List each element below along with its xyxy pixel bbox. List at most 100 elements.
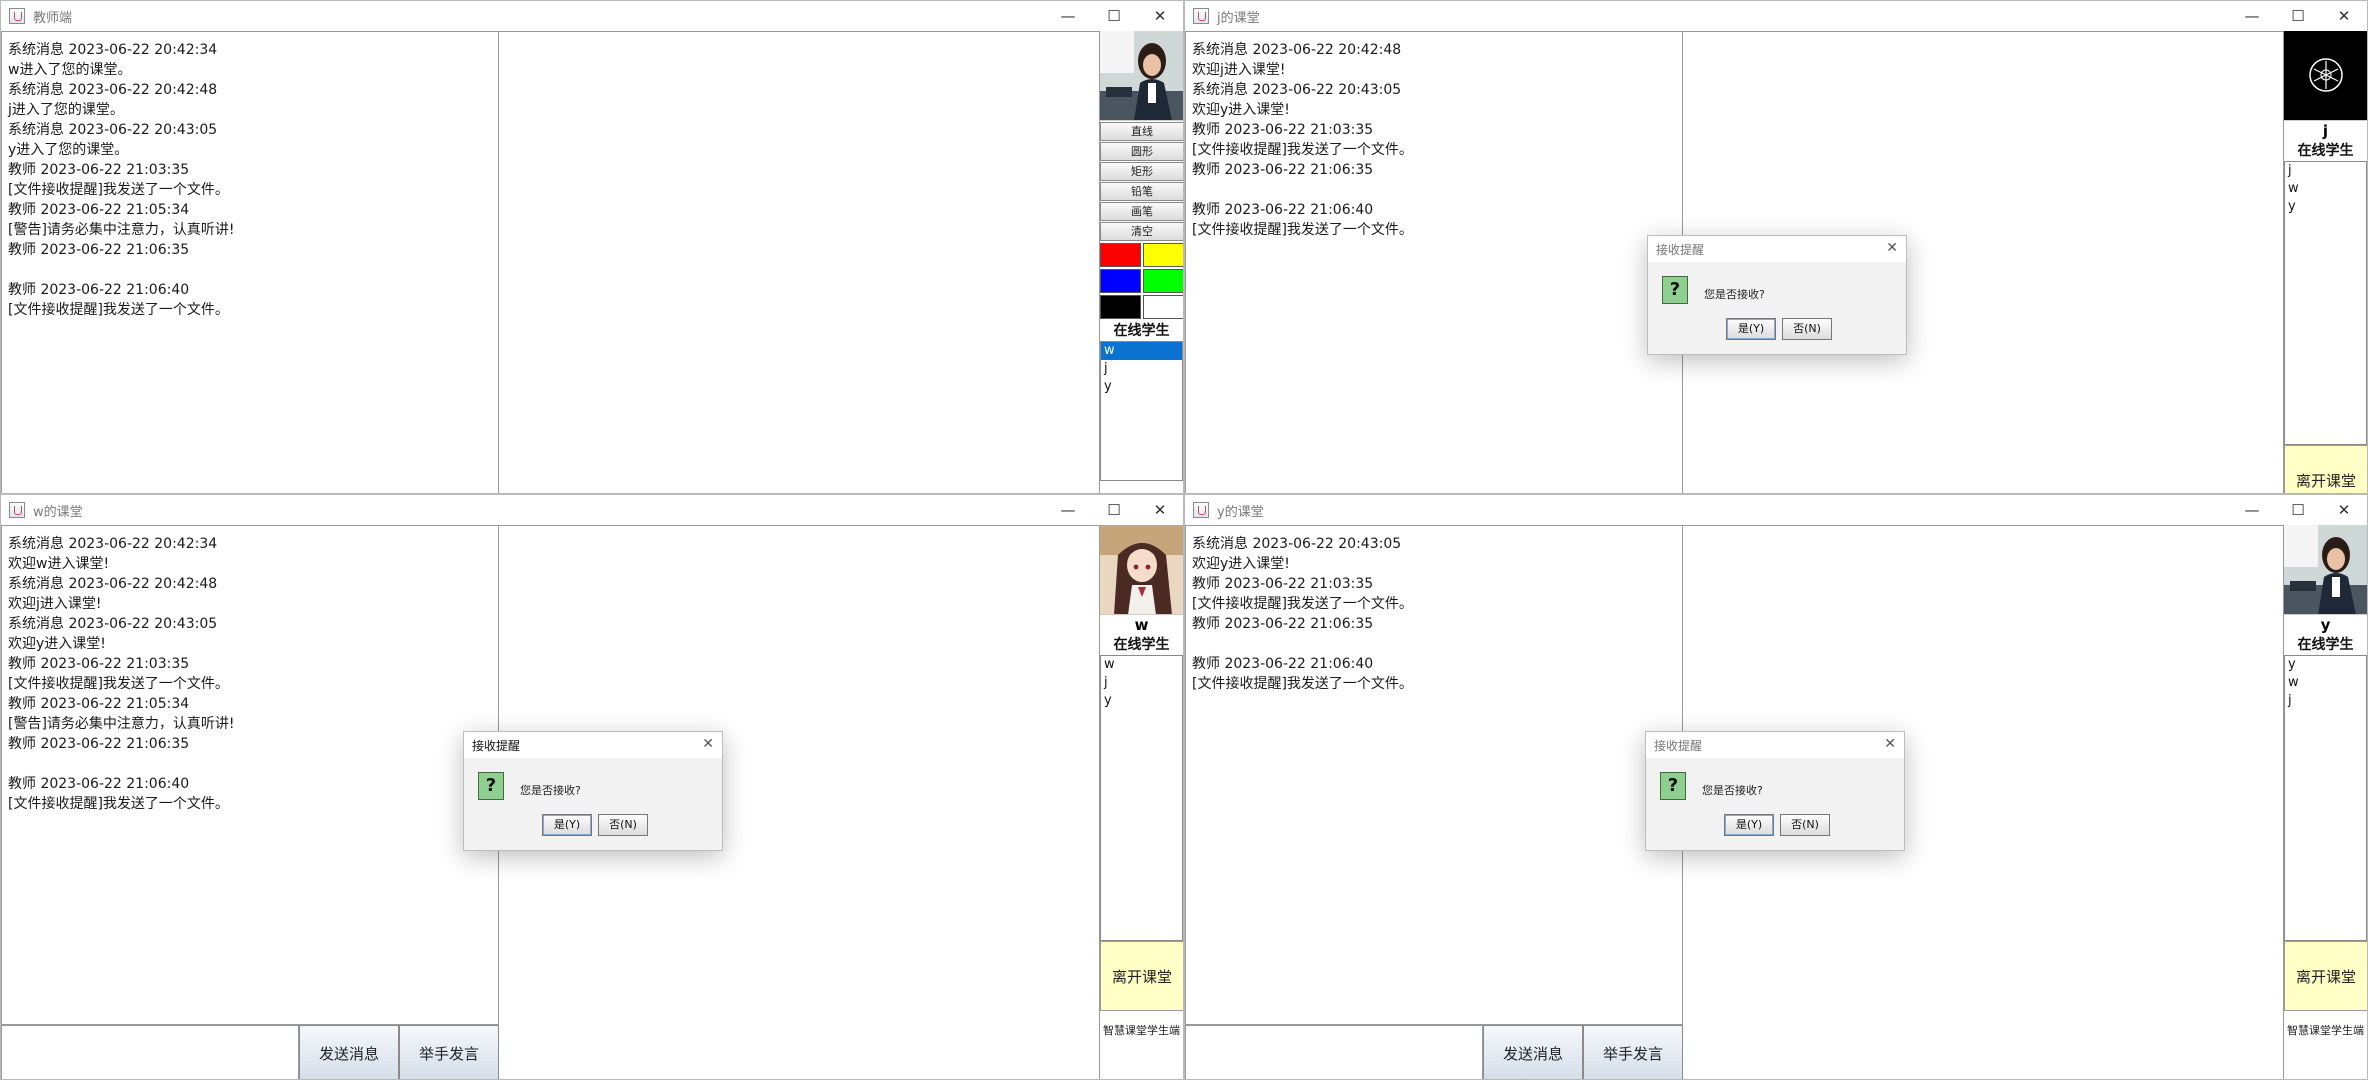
- list-item[interactable]: y: [1101, 378, 1182, 396]
- java-app-icon: [9, 502, 25, 518]
- online-students-list[interactable]: w j y: [1100, 655, 1183, 941]
- teacher-camera-photo: [1100, 31, 1183, 121]
- close-icon[interactable]: ✕: [2321, 1, 2367, 31]
- maximize-icon[interactable]: ☐: [2275, 495, 2321, 525]
- leave-class-button[interactable]: 离开课堂: [2284, 445, 2367, 493]
- minimize-icon[interactable]: —: [2229, 1, 2275, 31]
- chat-line: [文件接收提醒]我发送了一个文件。: [1192, 142, 1413, 158]
- chat-line: [1192, 634, 1676, 654]
- close-icon[interactable]: ✕: [2321, 495, 2367, 525]
- list-item[interactable]: y: [2285, 198, 2366, 216]
- online-students-list[interactable]: y w j: [2284, 655, 2367, 941]
- teacher-titlebar[interactable]: 教师端 — ☐ ✕: [1, 1, 1183, 31]
- question-icon: ?: [478, 772, 504, 800]
- raise-hand-button[interactable]: 举手发言: [1583, 1025, 1683, 1079]
- maximize-icon[interactable]: ☐: [1091, 1, 1137, 31]
- current-user-name: j: [2322, 122, 2329, 140]
- online-students-list[interactable]: w j y: [1100, 341, 1183, 481]
- no-button[interactable]: 否(N): [1780, 814, 1830, 836]
- minimize-icon[interactable]: —: [1045, 495, 1091, 525]
- color-swatch-red[interactable]: [1100, 243, 1141, 267]
- w-chat-log[interactable]: 系统消息 2023-06-22 20:42:34 欢迎w进入课堂! 系统消息 2…: [1, 525, 499, 1025]
- list-item[interactable]: j: [2285, 692, 2366, 710]
- list-item[interactable]: y: [2285, 656, 2366, 674]
- color-swatch-green[interactable]: [1143, 269, 1183, 293]
- pencil-tool-button[interactable]: 铅笔: [1100, 182, 1183, 201]
- color-swatch-white[interactable]: [1143, 295, 1183, 319]
- close-icon[interactable]: ✕: [1137, 1, 1183, 31]
- w-titlebar[interactable]: w的课堂 — ☐ ✕: [1, 495, 1183, 525]
- list-item[interactable]: j: [1101, 674, 1182, 692]
- dialog-message: 您是否接收?: [1702, 784, 1763, 797]
- yes-button[interactable]: 是(Y): [1726, 318, 1776, 340]
- y-titlebar[interactable]: y的课堂 — ☐ ✕: [1185, 495, 2367, 525]
- chat-line: 系统消息 2023-06-22 20:42:48: [1192, 42, 1402, 58]
- line-tool-button[interactable]: 直线: [1100, 122, 1183, 141]
- minimize-icon[interactable]: —: [1045, 1, 1091, 31]
- chat-line: [文件接收提醒]我发送了一个文件。: [8, 676, 229, 692]
- app-footer-label: 智慧课堂学生端: [1103, 1024, 1180, 1037]
- chat-line: 教师 2023-06-22 21:06:35: [8, 736, 190, 752]
- clear-button[interactable]: 清空: [1100, 222, 1183, 241]
- chat-line: 系统消息 2023-06-22 20:43:05: [8, 616, 218, 632]
- minimize-icon[interactable]: —: [2229, 495, 2275, 525]
- chat-line: 欢迎y进入课堂!: [8, 636, 106, 652]
- close-icon[interactable]: ✕: [1884, 736, 1896, 752]
- dialog-title[interactable]: 接收提醒 ✕: [1648, 236, 1906, 262]
- chat-line: [警告]请务必集中注意力，认真听讲!: [8, 222, 235, 238]
- dialog-message: 您是否接收?: [520, 784, 581, 797]
- list-item[interactable]: y: [1101, 692, 1182, 710]
- raise-hand-button[interactable]: 举手发言: [399, 1025, 499, 1079]
- list-item[interactable]: w: [2285, 674, 2366, 692]
- dialog-title[interactable]: 接收提醒 ✕: [1646, 732, 1904, 758]
- chat-line: [文件接收提醒]我发送了一个文件。: [8, 182, 229, 198]
- yes-button[interactable]: 是(Y): [542, 814, 592, 836]
- send-message-button[interactable]: 发送消息: [1483, 1025, 1583, 1079]
- color-swatch-yellow[interactable]: [1143, 243, 1183, 267]
- online-students-list[interactable]: j w y: [2284, 161, 2367, 445]
- no-button[interactable]: 否(N): [1782, 318, 1832, 340]
- close-icon[interactable]: ✕: [702, 736, 714, 752]
- dialog-title[interactable]: 接收提醒 ✕: [464, 732, 722, 758]
- color-swatch-blue[interactable]: [1100, 269, 1141, 293]
- java-app-icon: [9, 8, 25, 24]
- w-side-panel: w 在线学生 w j y 离开课堂 智慧课堂学生端: [1099, 525, 1183, 1079]
- brush-tool-button[interactable]: 画笔: [1100, 202, 1183, 221]
- list-item[interactable]: w: [2285, 180, 2366, 198]
- message-input[interactable]: [1, 1025, 299, 1079]
- message-input[interactable]: [1185, 1025, 1483, 1079]
- chat-line: 欢迎j进入课堂!: [8, 596, 102, 612]
- close-icon[interactable]: ✕: [1886, 240, 1898, 256]
- receive-file-dialog: 接收提醒 ✕ ? 您是否接收? 是(Y) 否(N): [463, 731, 723, 851]
- list-item[interactable]: j: [2285, 162, 2366, 180]
- maximize-icon[interactable]: ☐: [1091, 495, 1137, 525]
- question-icon: ?: [1662, 276, 1688, 304]
- list-item[interactable]: w: [1101, 656, 1182, 674]
- online-students-title: 在线学生: [1113, 637, 1170, 653]
- chat-line: 教师 2023-06-22 21:06:40: [8, 282, 190, 298]
- rectangle-tool-button[interactable]: 矩形: [1100, 162, 1183, 181]
- chat-line: 教师 2023-06-22 21:06:40: [1192, 656, 1374, 672]
- chat-line: 系统消息 2023-06-22 20:42:48: [8, 82, 218, 98]
- chat-line: 教师 2023-06-22 21:03:35: [1192, 576, 1374, 592]
- yes-button[interactable]: 是(Y): [1724, 814, 1774, 836]
- color-swatch-black[interactable]: [1100, 295, 1141, 319]
- j-titlebar[interactable]: j的课堂 — ☐ ✕: [1185, 1, 2367, 31]
- leave-class-button[interactable]: 离开课堂: [1100, 941, 1183, 1011]
- list-item[interactable]: w: [1101, 342, 1182, 360]
- maximize-icon[interactable]: ☐: [2275, 1, 2321, 31]
- close-icon[interactable]: ✕: [1137, 495, 1183, 525]
- j-chat-log[interactable]: 系统消息 2023-06-22 20:42:48 欢迎j进入课堂! 系统消息 2…: [1185, 31, 1683, 493]
- chat-line: [文件接收提醒]我发送了一个文件。: [8, 796, 229, 812]
- chat-line: 教师 2023-06-22 21:06:35: [8, 242, 190, 258]
- whiteboard-canvas[interactable]: [499, 31, 1099, 493]
- chat-line: [文件接收提醒]我发送了一个文件。: [1192, 222, 1413, 238]
- list-item[interactable]: j: [1101, 360, 1182, 378]
- y-chat-log[interactable]: 系统消息 2023-06-22 20:43:05 欢迎y进入课堂! 教师 202…: [1185, 525, 1683, 1025]
- no-button[interactable]: 否(N): [598, 814, 648, 836]
- teacher-chat-log[interactable]: 系统消息 2023-06-22 20:42:34 w进入了您的课堂。 系统消息 …: [1, 31, 499, 493]
- leave-class-button[interactable]: 离开课堂: [2284, 941, 2367, 1011]
- send-message-button[interactable]: 发送消息: [299, 1025, 399, 1079]
- message-input-row: 发送消息 举手发言: [1, 1025, 499, 1079]
- circle-tool-button[interactable]: 圆形: [1100, 142, 1183, 161]
